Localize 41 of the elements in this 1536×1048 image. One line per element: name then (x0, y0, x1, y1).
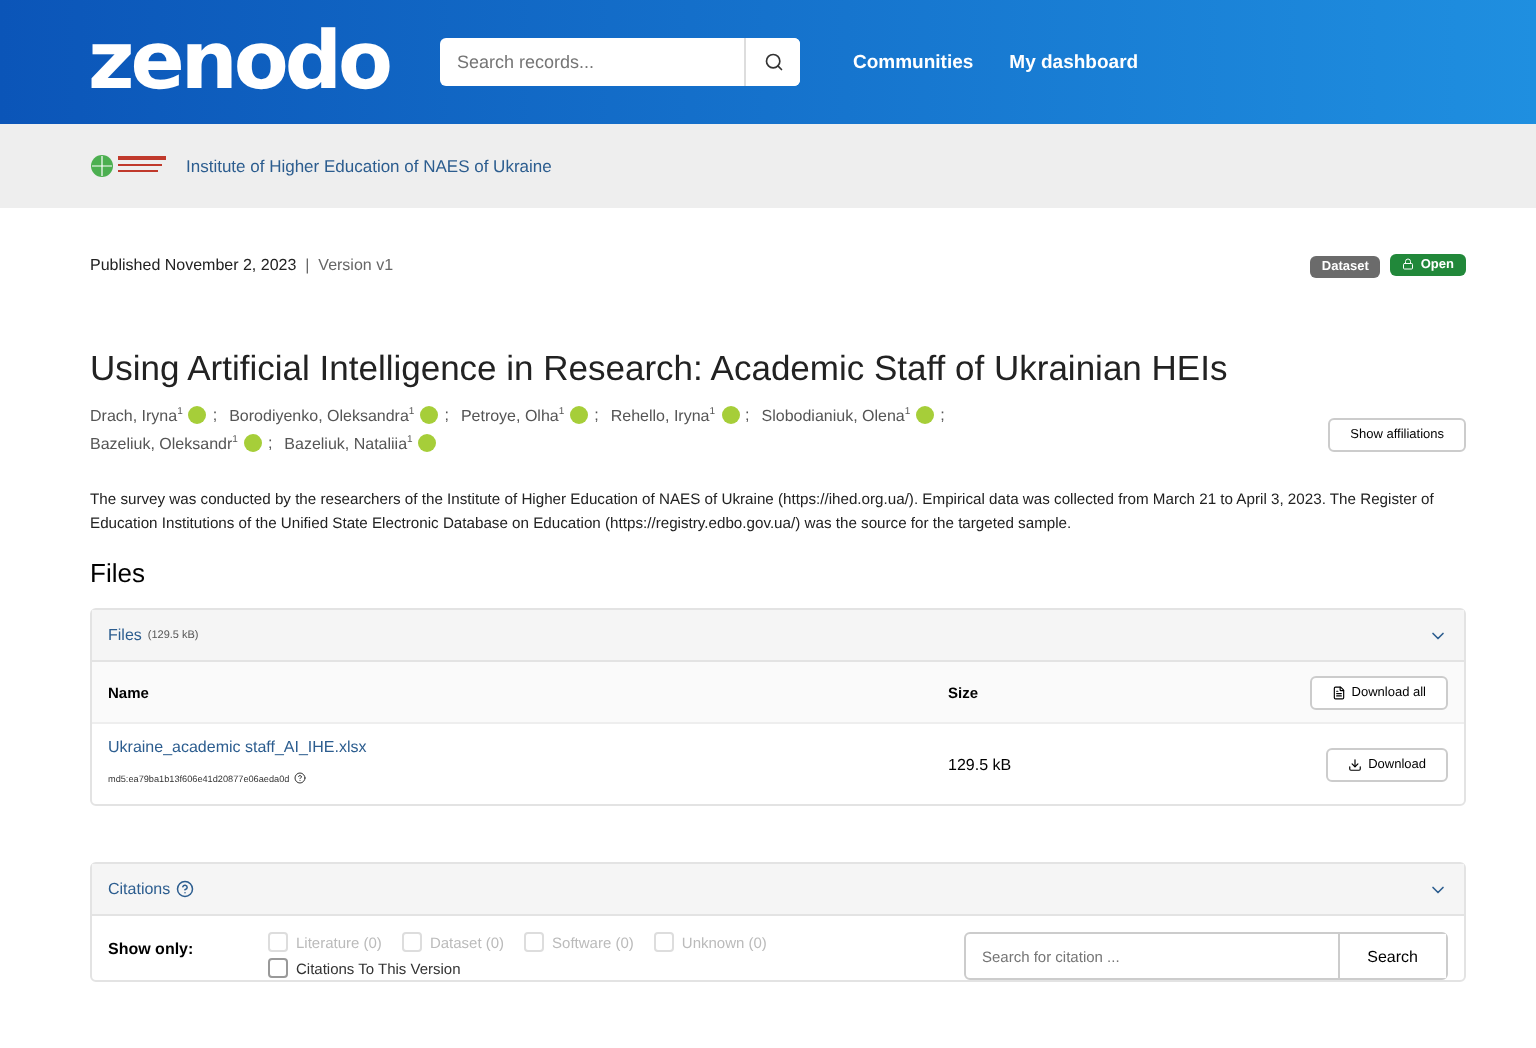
file-link[interactable]: Ukraine_academic staff_AI_IHE.xlsx (108, 737, 948, 756)
files-heading: Files (90, 558, 147, 589)
author-link[interactable]: Bazeliuk, Nataliia$^{1}$ (284, 433, 437, 453)
orcid-icon[interactable] (570, 406, 589, 425)
search-button[interactable]: Search (1337, 934, 1446, 979)
separator: | (305, 256, 310, 274)
orcid-icon[interactable] (721, 406, 740, 425)
orcid-icon[interactable] (188, 406, 207, 425)
nav-link[interactable]: Communities (852, 51, 974, 73)
logo[interactable]: zenodo (88, 22, 389, 102)
show-only-label: Show only: (108, 938, 196, 963)
version-label: Version v1 (318, 256, 394, 274)
author-link[interactable]: Borodiyenko, Oleksandra$^{1}$ ; (229, 406, 449, 426)
author-link[interactable]: Drach, Iryna$^{1}$ ; (90, 406, 218, 426)
author-link[interactable]: Rehello, Iryna$^{1}$ ; (610, 406, 750, 426)
citations-panel-title[interactable]: Citations (108, 880, 195, 899)
publication-date: Published November 2, 2023 (90, 256, 297, 274)
search-field[interactable]: Search records... (440, 38, 801, 86)
download-icon (1348, 757, 1363, 772)
separator: ; (267, 433, 273, 452)
author-link[interactable]: Bazeliuk, Oleksandr$^{1}$ ; (90, 433, 273, 453)
separator: ; (444, 406, 449, 425)
community-link[interactable]: Institute of Higher Education of NAES of Ukraine (186, 156, 552, 176)
separator: ; (212, 406, 218, 425)
separator: ; (745, 406, 750, 425)
nav-link[interactable]: My dashboard (1009, 51, 1139, 73)
orcid-icon[interactable] (243, 433, 262, 452)
author-link[interactable]: Slobodianiuk, Olena$^{1}$ ; (761, 406, 945, 426)
author-link[interactable]: Petroye, Olha$^{1}$ ; (460, 406, 599, 426)
institute-logo (90, 152, 170, 180)
search-button[interactable] (744, 38, 801, 86)
help-icon[interactable] (176, 880, 195, 899)
orcid-icon[interactable] (916, 406, 935, 425)
separator: ; (594, 406, 599, 425)
file-icon (1331, 685, 1346, 700)
help-icon[interactable] (293, 772, 306, 785)
search-icon (763, 52, 784, 72)
separator: ; (940, 406, 945, 425)
search-input[interactable]: Search records... (440, 38, 745, 86)
file-size: 129.5 kB (948, 755, 1014, 774)
record-title: Using Artificial Intelligence in Research: Academic Staff of Ukrainian HEIs (90, 348, 1230, 390)
